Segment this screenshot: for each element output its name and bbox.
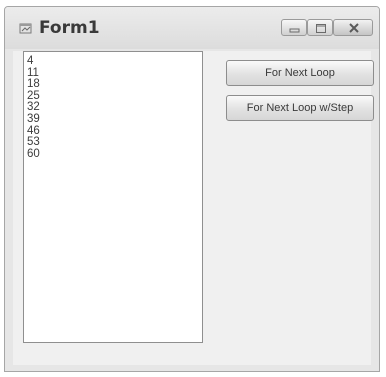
output-listbox[interactable]: 4 11 18 25 32 39 46 53 60 <box>23 51 203 343</box>
maximize-button[interactable] <box>307 19 333 36</box>
list-item[interactable]: 18 <box>27 79 202 91</box>
close-button[interactable] <box>333 19 373 36</box>
window-title: Form1 <box>39 18 100 38</box>
list-item[interactable]: 11 <box>27 67 202 80</box>
maximize-icon <box>316 24 326 33</box>
list-item[interactable]: 4 <box>27 55 202 68</box>
list-item[interactable]: 32 <box>27 102 202 114</box>
list-item[interactable]: 53 <box>27 137 202 149</box>
for-next-loop-step-button[interactable]: For Next Loop w/Step <box>226 95 374 121</box>
list-item[interactable]: 46 <box>27 125 202 138</box>
list-item[interactable]: 60 <box>27 148 202 161</box>
app-icon <box>19 23 32 34</box>
list-item[interactable]: 25 <box>27 90 202 103</box>
minimize-button[interactable] <box>281 19 307 36</box>
close-icon <box>349 23 359 33</box>
for-next-loop-button[interactable]: For Next Loop <box>226 60 374 86</box>
title-bar[interactable]: Form1 <box>5 7 379 49</box>
list-item[interactable]: 39 <box>27 113 202 126</box>
minimize-icon <box>289 28 300 33</box>
